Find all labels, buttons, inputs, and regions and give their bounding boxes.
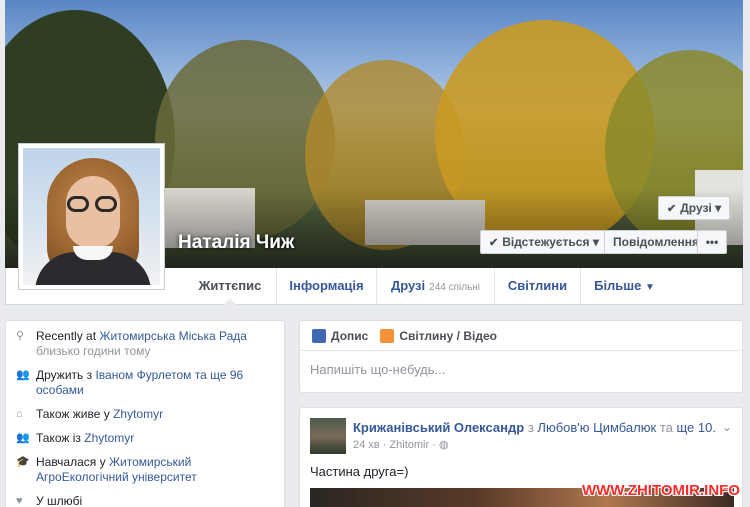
friends-icon: 👥 bbox=[16, 369, 30, 381]
people-icon: 👥 bbox=[16, 432, 30, 444]
home-icon: ⌂ bbox=[16, 408, 23, 420]
heart-icon: ♥ bbox=[16, 495, 23, 507]
friend-link[interactable]: Іваном Фурлетом bbox=[95, 368, 191, 382]
pencil-icon bbox=[312, 328, 326, 343]
chevron-down-icon: ▾ bbox=[715, 201, 722, 215]
globe-icon: ◍ bbox=[438, 439, 449, 451]
profile-avatar[interactable] bbox=[18, 143, 165, 290]
photo-video-tab[interactable]: Світлину / Відео bbox=[380, 328, 497, 343]
intro-relationship: ♥ У шлюбі bbox=[16, 494, 83, 507]
tab-timeline[interactable]: Життєпис bbox=[184, 268, 276, 305]
post-author-line: Крижанівський Олександр з Любов'ю Цимбал… bbox=[353, 420, 716, 435]
graduation-cap-icon: 🎓 bbox=[16, 456, 30, 468]
check-icon: ✔ bbox=[667, 203, 677, 215]
following-button[interactable]: ✔ Відстежується ▾ bbox=[480, 230, 608, 254]
post-options-chevron-icon[interactable]: ⌄ bbox=[722, 420, 732, 434]
chevron-down-icon: ▾ bbox=[592, 235, 599, 249]
post-composer: Допис Світлину / Відео Напишіть що-небуд… bbox=[299, 320, 743, 393]
tagged-others-link[interactable]: ще 10. bbox=[676, 420, 715, 435]
intro-friends: 👥 Дружить з Іваном Фурлетом та ще 96 осо… bbox=[16, 368, 244, 397]
post-author-avatar[interactable] bbox=[310, 418, 346, 454]
composer-input[interactable]: Напишіть що-небудь... bbox=[300, 351, 742, 388]
tab-friends[interactable]: Друзі 244 спільні bbox=[376, 268, 494, 304]
photo-icon bbox=[380, 328, 395, 343]
tab-about[interactable]: Інформація bbox=[276, 268, 376, 304]
post-time[interactable]: 24 хв bbox=[353, 439, 380, 451]
site-watermark: WWW.ZHITOMIR.INFO bbox=[581, 482, 740, 499]
status-tab[interactable]: Допис bbox=[312, 328, 368, 343]
intro-studied: 🎓 Навчалася у Житомирський АгроЕкологічн… bbox=[16, 455, 197, 484]
post-text: Частина друга=) bbox=[310, 464, 409, 479]
post-meta: 24 хв · Zhitomir · ◍ bbox=[353, 439, 449, 451]
intro-panel: ⚲ Recently at Житомирська Міська Рада бли… bbox=[5, 320, 285, 507]
recent-place-link[interactable]: Житомирська Міська Рада bbox=[99, 329, 247, 343]
post-author-link[interactable]: Крижанівський Олександр bbox=[353, 420, 524, 435]
tab-more[interactable]: Більше ▼ bbox=[580, 268, 668, 304]
intro-from: 👥 Також із Zhytomyr bbox=[16, 431, 135, 445]
profile-name: Наталія Чиж bbox=[178, 232, 295, 253]
location-pin-icon: ⚲ bbox=[16, 330, 25, 342]
from-place-link[interactable]: Zhytomyr bbox=[84, 431, 134, 445]
tagged-person-link[interactable]: Любов'ю Цимбалюк bbox=[537, 420, 656, 435]
intro-recently: ⚲ Recently at Житомирська Міська Рада бли… bbox=[16, 329, 247, 358]
check-icon: ✔ bbox=[489, 237, 499, 249]
message-button[interactable]: Повідомлення bbox=[604, 230, 708, 254]
friends-button[interactable]: ✔ Друзі ▾ bbox=[658, 196, 731, 220]
more-options-button[interactable]: ••• bbox=[697, 230, 727, 254]
lives-place-link[interactable]: Zhytomyr bbox=[113, 407, 163, 421]
tab-photos[interactable]: Світлини bbox=[494, 268, 580, 304]
intro-lives: ⌂ Також живе у Zhytomyr bbox=[16, 407, 164, 421]
